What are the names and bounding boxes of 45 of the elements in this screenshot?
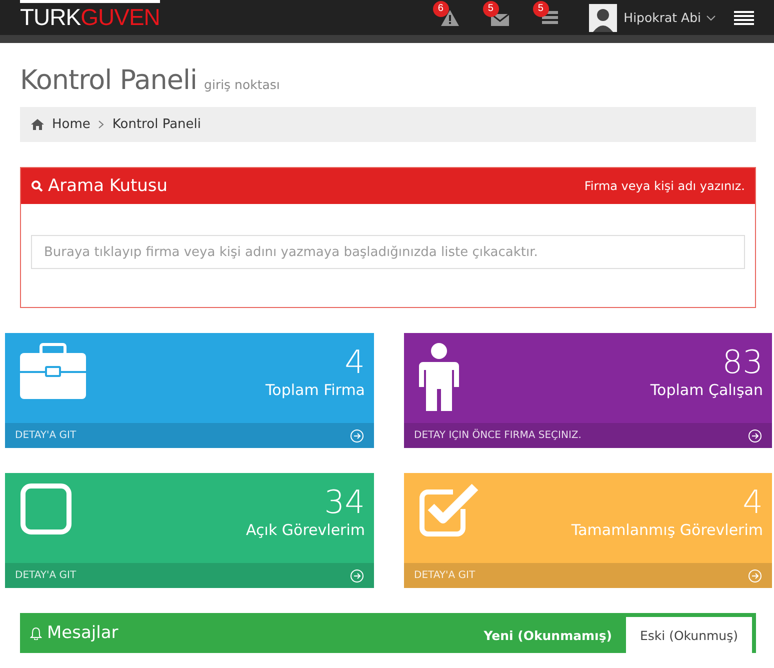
envelope-icon [490,11,510,27]
bell-icon [30,626,42,640]
stat-label: Toplam Çalışan [650,381,763,399]
square-icon [20,483,72,535]
arrow-circle-icon [748,568,762,582]
breadcrumb-link[interactable]: Kontrol Paneli [112,117,201,132]
arrow-circle-icon [350,568,364,582]
stat-value: 4 [344,343,365,381]
arrow-circle-icon [350,428,364,442]
stat-value: 4 [742,483,763,521]
chevron-right-icon [98,120,104,129]
detail-link[interactable]: DETAY IÇIN ÖNCE FIRMA SEÇINIZ. [404,423,772,448]
panel-title: Mesajlar [47,623,118,643]
menu-icon[interactable] [734,10,754,24]
stat-label: Açık Görevlerim [246,521,365,539]
arrow-circle-icon [748,428,762,442]
person-icon [419,343,459,411]
detail-link[interactable]: DETAY'A GIT [5,563,374,588]
search-field[interactable]: Buraya tıklayıp firma veya kişi adını yazmaya başladığınızda liste çıkacaktır. [31,235,745,269]
avatar-icon [588,4,617,32]
checkbox-checked-icon [419,483,481,537]
home-icon [31,119,44,130]
count-badge: 5 [532,1,549,17]
panel-title: Arama Kutusu [48,176,168,196]
chevron-down-icon [706,14,716,20]
notification-button[interactable]: 6 [424,0,475,35]
stat-label: Toplam Firma [266,381,365,399]
breadcrumb-link[interactable]: Home [52,117,90,132]
stat-value: 83 [722,343,763,381]
count-badge: 5 [482,1,499,17]
stat-value: 34 [324,483,365,521]
count-badge: 6 [432,1,449,17]
detail-link[interactable]: DETAY'A GIT [5,423,374,448]
notification-button[interactable]: 5 [474,0,525,35]
search-icon [31,180,43,192]
notification-button[interactable]: 5 [524,0,575,35]
user-menu[interactable]: Hipokrat Abi [588,0,716,35]
panel-hint: Firma veya kişi adı yazınız. [584,179,745,193]
logo[interactable]: TURKGUVEN [20,0,160,35]
stat-label: Tamamlanmış Görevlerim [571,521,763,539]
tab[interactable]: Eski (Okunmuş) [626,617,752,653]
briefcase-icon [20,343,86,399]
page-subtitle: giriş noktası [204,77,280,92]
page-title: Kontrol Paneli [20,65,198,96]
tab[interactable]: Yeni (Okunmamış) [470,617,626,653]
